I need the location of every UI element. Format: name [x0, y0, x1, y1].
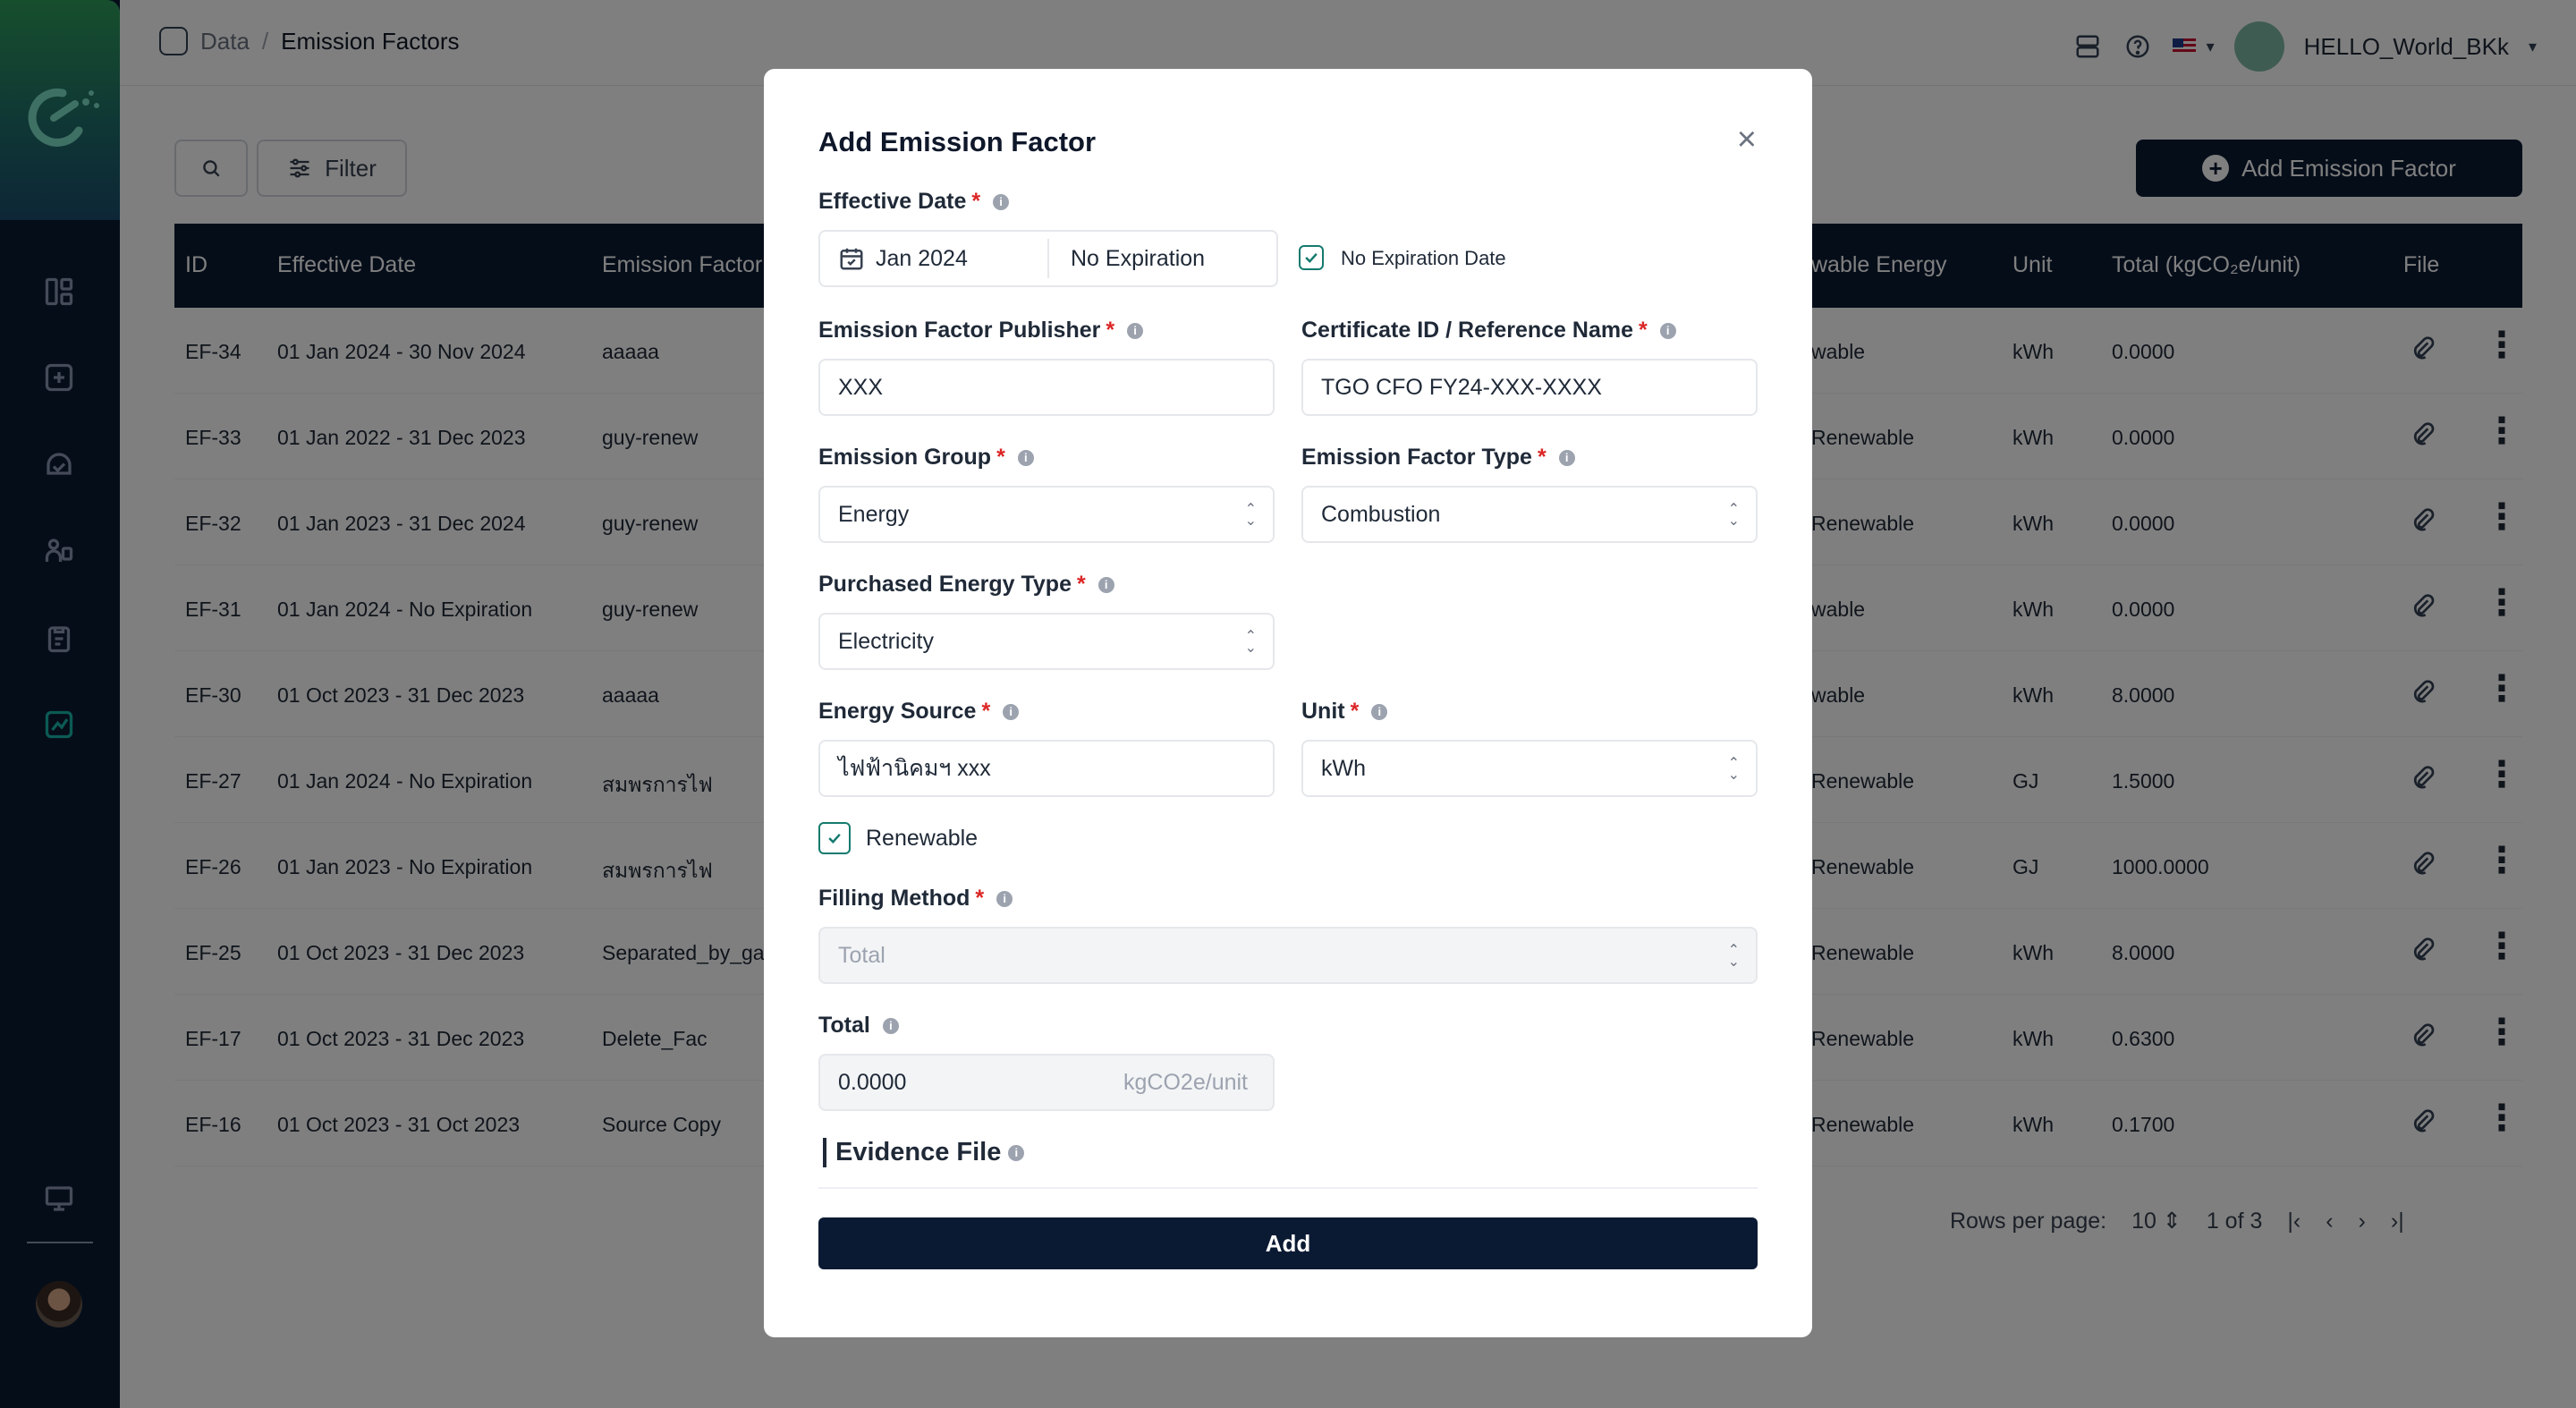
info-icon[interactable]: i	[1127, 322, 1144, 339]
select-arrows-icon: ⌃ ⌄	[1727, 756, 1740, 783]
unit-label: Unit * i	[1301, 699, 1388, 725]
publisher-input[interactable]: XXX	[818, 359, 1275, 416]
certificate-text: Certificate ID / Reference Name	[1301, 318, 1633, 343]
total-input[interactable]: 0.0000 kgCO2e/unit	[818, 1054, 1275, 1111]
scroll-divider	[818, 1187, 1758, 1189]
calendar-icon	[840, 248, 863, 270]
type-text: Emission Factor Type	[1301, 445, 1532, 470]
certificate-input[interactable]: TGO CFO FY24-XXX-XXXX	[1301, 359, 1758, 416]
no-expiration-label: No Expiration Date	[1341, 247, 1506, 269]
info-icon[interactable]: i	[882, 1017, 899, 1034]
close-icon[interactable]: ×	[1737, 123, 1757, 157]
certificate-label: Certificate ID / Reference Name * i	[1301, 318, 1676, 344]
filling-text: Filling Method	[818, 886, 970, 911]
required-mark: *	[1076, 572, 1086, 597]
info-icon[interactable]: i	[1003, 703, 1020, 720]
certificate-value: TGO CFO FY24-XXX-XXXX	[1321, 374, 1602, 400]
evidence-text: Evidence File	[835, 1138, 1002, 1166]
required-mark: *	[971, 189, 981, 214]
date-divider	[1047, 239, 1049, 278]
unit-text: Unit	[1301, 699, 1345, 724]
required-mark: *	[1537, 445, 1546, 470]
required-mark: *	[1638, 318, 1648, 343]
effective-date-label: Effective Date * i	[818, 189, 1010, 215]
total-text: Total	[818, 1013, 870, 1038]
info-icon[interactable]: i	[993, 193, 1010, 210]
info-icon[interactable]: i	[1008, 1144, 1025, 1161]
select-arrows-icon: ⌃ ⌄	[1727, 502, 1740, 529]
required-mark: *	[981, 699, 991, 724]
select-arrows-icon: ⌃ ⌄	[1244, 629, 1257, 656]
renewable-checkbox[interactable]	[818, 822, 851, 854]
renewable-label: Renewable	[866, 826, 979, 851]
filling-method-label: Filling Method * i	[818, 886, 1013, 912]
select-arrows-icon: ⌃ ⌄	[1727, 943, 1740, 970]
unit-select[interactable]: kWh ⌃ ⌄	[1301, 740, 1758, 797]
filling-method-select[interactable]: Total ⌃ ⌄	[818, 927, 1758, 984]
purchased-energy-select[interactable]: Electricity ⌃ ⌄	[818, 613, 1275, 670]
unit-value: kWh	[1321, 755, 1366, 781]
effective-date-text: Effective Date	[818, 189, 967, 214]
publisher-value: XXX	[838, 374, 884, 400]
start-date-value[interactable]: Jan 2024	[876, 246, 968, 272]
energy-source-label: Energy Source * i	[818, 699, 1020, 725]
group-text: Emission Group	[818, 445, 992, 470]
info-icon[interactable]: i	[1097, 576, 1114, 593]
modal-title: Add Emission Factor	[818, 126, 1097, 157]
info-icon[interactable]: i	[1371, 703, 1388, 720]
total-unit: kgCO2e/unit	[1123, 1069, 1248, 1095]
emission-group-label: Emission Group * i	[818, 445, 1034, 471]
energy-source-input[interactable]: ไฟฟ้านิคมฯ xxx	[818, 740, 1275, 797]
info-icon[interactable]: i	[1558, 449, 1575, 466]
source-value: ไฟฟ้านิคมฯ xxx	[838, 756, 991, 781]
group-value: Energy	[838, 501, 910, 527]
publisher-label: Emission Factor Publisher * i	[818, 318, 1144, 344]
publisher-text: Emission Factor Publisher	[818, 318, 1101, 343]
source-text: Energy Source	[818, 699, 977, 724]
emission-type-select[interactable]: Combustion ⌃ ⌄	[1301, 486, 1758, 543]
no-expiration-checkbox[interactable]	[1299, 245, 1324, 270]
info-icon[interactable]: i	[1017, 449, 1034, 466]
required-mark: *	[1106, 318, 1115, 343]
required-mark: *	[1350, 699, 1360, 724]
purchased-value: Electricity	[838, 628, 934, 654]
info-icon[interactable]: i	[1659, 322, 1676, 339]
required-mark: *	[975, 886, 985, 911]
effective-date-range[interactable]: Jan 2024 No Expiration	[818, 230, 1278, 287]
modal-add-button[interactable]: Add	[818, 1217, 1758, 1269]
add-emission-factor-modal: Add Emission Factor × Effective Date * i J…	[764, 69, 1812, 1337]
total-label: Total i	[818, 1013, 899, 1039]
filling-value: Total	[838, 942, 886, 968]
select-arrows-icon: ⌃ ⌄	[1244, 502, 1257, 529]
end-date-value[interactable]: No Expiration	[1071, 246, 1205, 272]
required-mark: *	[996, 445, 1005, 470]
purchased-text: Purchased Energy Type	[818, 572, 1072, 597]
type-value: Combustion	[1321, 501, 1441, 527]
emission-group-select[interactable]: Energy ⌃ ⌄	[818, 486, 1275, 543]
emission-type-label: Emission Factor Type * i	[1301, 445, 1575, 471]
evidence-file-heading: Evidence File i	[823, 1138, 1025, 1167]
total-value: 0.0000	[838, 1069, 907, 1095]
purchased-energy-label: Purchased Energy Type * i	[818, 572, 1114, 598]
info-icon[interactable]: i	[996, 890, 1013, 907]
